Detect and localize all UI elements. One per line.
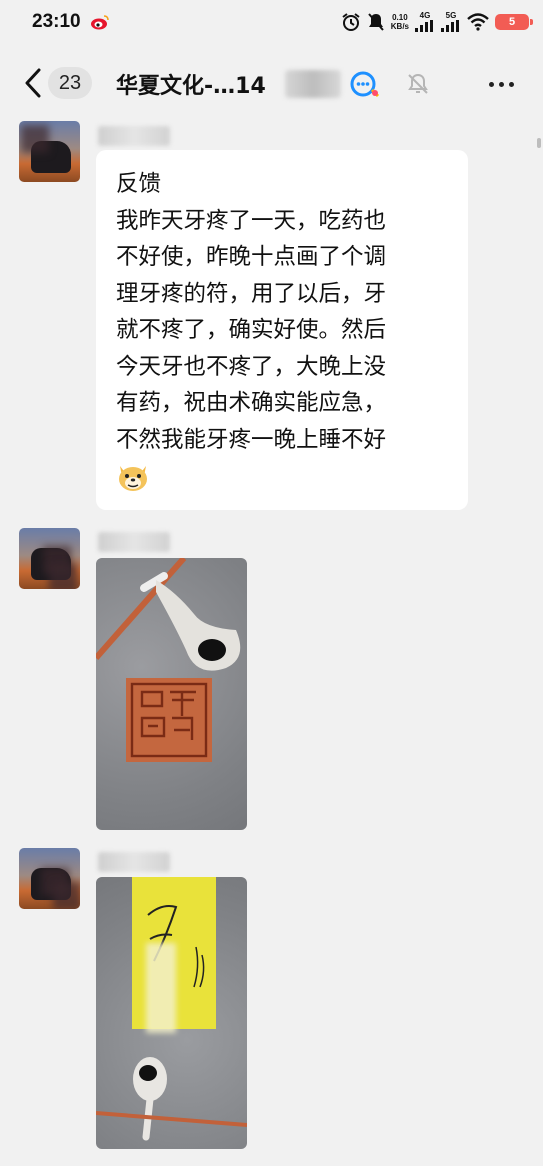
back-button[interactable] <box>20 66 46 100</box>
more-dot-icon <box>508 81 514 87</box>
status-bar: 23:10 0.10 KB/s 4G 5G 5 <box>0 0 543 44</box>
network-speed-value: 0.10 <box>392 13 408 22</box>
message-line: 我昨天牙疼了一天，吃药也 <box>116 207 387 234</box>
redacted-title-part <box>285 70 341 98</box>
sender-avatar[interactable] <box>19 848 80 909</box>
sender-name-redacted <box>98 126 170 146</box>
sender-name-redacted <box>98 852 170 872</box>
unread-count-badge[interactable]: 23 <box>48 67 92 99</box>
more-dot-icon <box>498 81 504 87</box>
image-message-seal-spoon[interactable] <box>96 558 247 830</box>
message-line: 今天牙也不疼了，大晚上没 <box>116 353 387 380</box>
chat-title[interactable]: 华夏文化-…14 <box>116 68 266 100</box>
image-message-talisman-spoon[interactable] <box>96 877 247 1149</box>
status-time: 23:10 <box>32 11 81 32</box>
photo-seal-and-spoon <box>96 558 241 762</box>
doge-emoji-icon <box>119 466 147 491</box>
mute-bell-icon[interactable] <box>406 72 430 96</box>
photo-yellow-talisman-and-spoon <box>96 877 247 1141</box>
mute-notification-icon <box>368 13 384 31</box>
avatar-blur <box>21 125 49 153</box>
back-arrow-icon <box>25 68 41 98</box>
message-line: 不好使，昨晚十点画了个调 <box>116 244 387 270</box>
status-icons: 0.10 KB/s 4G 5G 5 <box>341 10 533 34</box>
unread-count: 23 <box>58 71 82 94</box>
battery-level: 5 <box>508 16 516 28</box>
signal-4g-label: 4G <box>419 11 431 20</box>
network-speed: 0.10 KB/s <box>391 13 409 31</box>
sender-avatar[interactable] <box>19 121 80 182</box>
chat-header: 23 华夏文化-…14 <box>0 50 543 116</box>
message-line: 就不疼了，确实好使。然后 <box>116 317 387 343</box>
signal-5g: 5G <box>441 12 461 32</box>
avatar-blur <box>53 882 80 909</box>
message-line: 反馈 <box>116 171 162 197</box>
avatar-blur <box>49 564 77 589</box>
sender-name-redacted <box>98 532 170 552</box>
message-line: 理牙疼的符，用了以后，牙 <box>116 280 387 307</box>
more-dot-icon <box>488 81 494 87</box>
text-message-bubble[interactable]: 反馈 我昨天牙疼了一天，吃药也 不好使，昨晚十点画了个调 理牙疼的符，用了以后，… <box>96 150 468 510</box>
battery-indicator: 5 <box>495 14 533 30</box>
signal-bars-icon <box>441 20 459 32</box>
message-line: 不然我能牙疼一晚上睡不好 <box>116 426 387 453</box>
signal-5g-label: 5G <box>445 11 457 20</box>
weibo-icon <box>91 15 109 30</box>
more-options-button[interactable] <box>484 72 518 96</box>
sender-avatar[interactable] <box>19 528 80 589</box>
signal-4g: 4G <box>415 12 435 32</box>
scrollbar[interactable] <box>537 138 541 148</box>
alarm-icon <box>342 13 360 31</box>
qq-chat-icon[interactable] <box>348 70 382 100</box>
message-line: 有药，祝由术确实能应急， <box>116 390 387 416</box>
network-speed-unit: KB/s <box>390 22 409 31</box>
wifi-icon <box>467 13 489 31</box>
signal-bars-icon <box>415 20 433 32</box>
